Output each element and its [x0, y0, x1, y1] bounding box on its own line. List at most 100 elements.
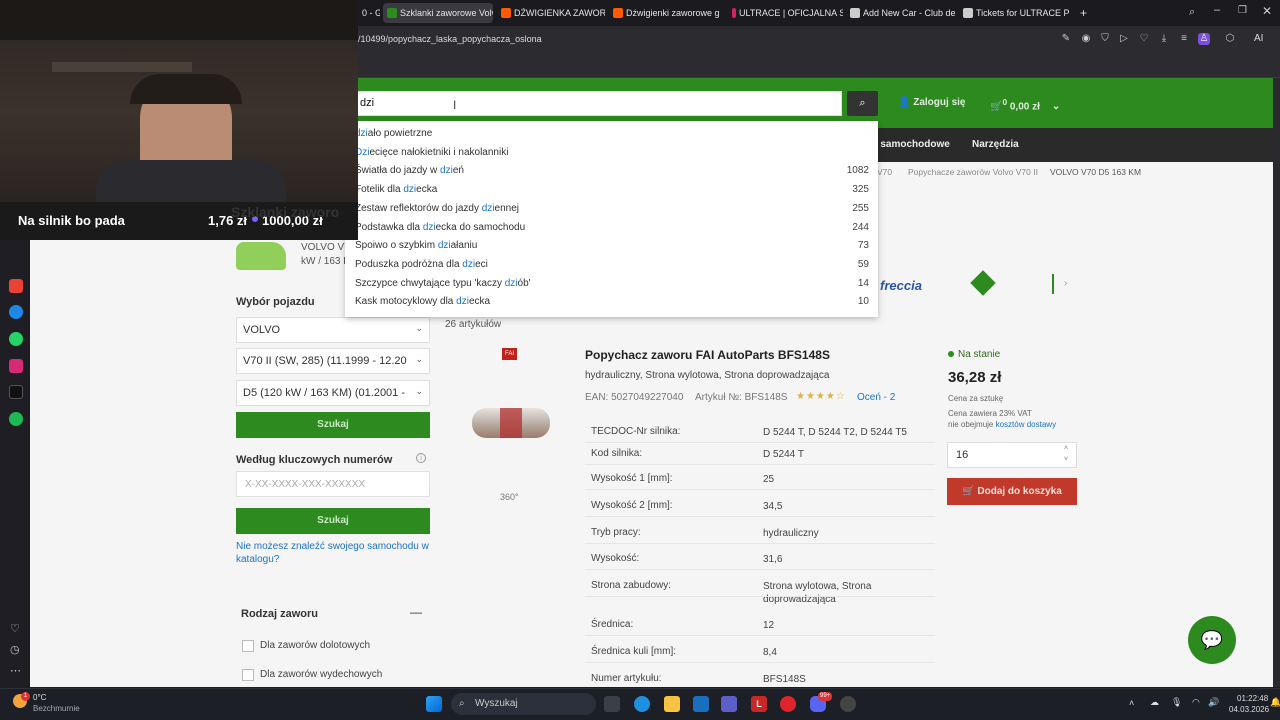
url-field[interactable]: /10499/popychacz_laska_popychacza_oslona [358, 34, 542, 44]
breadcrumb-item[interactable]: V70 [877, 167, 892, 177]
new-tab-button[interactable]: + [1076, 3, 1092, 23]
screenshot-icon[interactable]: ◉ [1080, 33, 1092, 45]
cart-count: 0 [1002, 97, 1008, 107]
suggestion-item[interactable]: Światła do jazdy w dzień 1082 [355, 162, 869, 180]
keywords-input[interactable]: X-XX-XXXX-XXX-XXXXXX [236, 471, 430, 497]
maximize-icon[interactable]: ❐ [1238, 5, 1247, 16]
tab-label: Dźwigienki zaworowe gło [626, 8, 719, 18]
edge-icon[interactable] [634, 696, 650, 712]
model-select[interactable]: V70 II (SW, 285) (11.1999 - 12.20 ⌄ [236, 348, 430, 374]
suggestion-item[interactable]: Szczypce chwytające typu 'kaczy dziób' 14 [355, 275, 869, 293]
network-cloud-icon[interactable]: ☁ [1150, 697, 1159, 708]
app-icon[interactable] [840, 696, 856, 712]
suggestion-item[interactable]: Dziecięce nałokietniki i nakolanniki [355, 144, 869, 162]
collapse-icon[interactable]: — [410, 605, 422, 619]
clock-time[interactable]: 01:22:48 [1237, 694, 1268, 703]
task-view-icon[interactable] [604, 696, 620, 712]
heart-icon[interactable]: ♡ [10, 622, 20, 635]
browser-tab[interactable]: DŹWIGIENKA ZAWORU P [497, 3, 605, 23]
page-scrollbar[interactable] [1273, 78, 1280, 687]
close-window-icon[interactable]: ✕ [1262, 4, 1272, 18]
brand-logo-diamond[interactable] [970, 270, 996, 296]
add-to-cart-button[interactable]: 🛒 Dodaj do koszyka [947, 478, 1077, 505]
not-found-link[interactable]: Nie możesz znaleźć swojego samochodu w k… [236, 540, 436, 566]
product-title[interactable]: Popychacz zaworu FAI AutoParts BFS148S [585, 348, 830, 362]
search-input[interactable] [340, 91, 842, 116]
chat-bubble-icon[interactable]: 💬 [1188, 616, 1236, 664]
nav-item-car-parts[interactable]: a samochodowe [872, 139, 950, 150]
suggestion-item[interactable]: działo powietrzne [355, 125, 869, 143]
search-tabs-icon[interactable]: ⌕ [1189, 6, 1195, 19]
profile-icon[interactable]: ♙ [1198, 33, 1210, 45]
keywords-search-button[interactable]: Szukaj [236, 508, 430, 534]
instagram-icon[interactable] [9, 359, 23, 373]
teams-icon[interactable] [721, 696, 737, 712]
browser-tab[interactable]: Add New Car - Club de UI [846, 3, 956, 23]
shield-icon[interactable]: ⛉ [1099, 33, 1111, 45]
taskbar-search[interactable]: ⌕ Wyszukaj [451, 693, 596, 715]
ai-button[interactable]: AI [1254, 33, 1263, 44]
microphone-icon[interactable]: 🎙 [1171, 697, 1182, 708]
browser-tab[interactable]: ULTRACE | OFICJALNA STI [728, 3, 843, 23]
shipping-cost-link[interactable]: kosztów dostawy [996, 420, 1056, 429]
search-suggestions: działo powietrzne Dziecięce nałokietniki … [345, 121, 878, 317]
history-icon[interactable]: ◷ [10, 643, 20, 656]
rating-link[interactable]: Oceń - 2 [857, 392, 895, 403]
product-ean: EAN: 5027049227040 [585, 392, 684, 403]
cube-icon[interactable]: ⬡ [1224, 33, 1236, 45]
info-icon[interactable]: i [416, 453, 426, 463]
play-icon[interactable]: ▷ [1118, 33, 1130, 45]
notification-bell-icon[interactable]: 🔔 [1270, 697, 1280, 708]
suggestion-item[interactable]: Spoiwo o szybkim działaniu 73 [355, 237, 869, 255]
browser-tab[interactable]: 0 - G [358, 3, 380, 23]
tiktok-icon[interactable] [9, 385, 23, 399]
suggestion-item[interactable]: Fotelik dla dziecka 325 [355, 181, 869, 199]
search-button[interactable]: ⌕ [847, 91, 878, 116]
valve-type-heading: Rodzaj zaworu [241, 608, 319, 620]
suggestion-item[interactable]: Poduszka podróżna dla dzieci 59 [355, 256, 869, 274]
browser-tab[interactable]: Dźwigienki zaworowe gło [609, 3, 719, 23]
suggestion-item[interactable]: Podstawka dla dziecka do samochodu 244 [355, 219, 869, 237]
browser-tab-active[interactable]: Szklanki zaworowe Volvo [383, 3, 493, 23]
clock-date[interactable]: 04.03.2026 [1229, 705, 1269, 714]
brand-logo[interactable]: freccia [880, 278, 922, 293]
brand-logo-bar[interactable] [1052, 274, 1054, 294]
chevron-right-icon[interactable]: › [1064, 278, 1067, 289]
download-icon[interactable]: ⤓ [1158, 33, 1170, 45]
nav-item-tools[interactable]: Narzędzia [972, 139, 1019, 150]
suggestion-count: 59 [857, 258, 869, 270]
suggestion-item[interactable]: Kask motocyklowy dla dziecka 10 [355, 293, 869, 311]
suggestion-text: Kask motocyklowy dla [355, 296, 457, 308]
chevron-up-icon[interactable]: ˄ [1129, 698, 1134, 708]
engine-select[interactable]: D5 (120 kW / 163 KM) (01.2001 - ⌄ [236, 380, 430, 406]
opera-icon[interactable] [780, 696, 796, 712]
quantity-stepper-icon[interactable]: ˄ ˅ [1064, 443, 1068, 465]
lightroom-icon[interactable]: L [751, 696, 767, 712]
minimize-icon[interactable]: – [1214, 4, 1220, 16]
login-link[interactable]: 👤 Zaloguj się [898, 97, 965, 108]
store-icon[interactable] [693, 696, 709, 712]
checkbox[interactable] [242, 640, 254, 652]
suggestion-item[interactable]: Zestaw reflektorów do jazdy dziennej 255 [355, 200, 869, 218]
menu-icon[interactable]: ≡ [1178, 33, 1190, 45]
view-360-icon[interactable]: 360° [500, 492, 519, 502]
checkbox[interactable] [242, 669, 254, 681]
cart-button[interactable]: 🛒0 0,00 zł ⌄ [990, 97, 1060, 112]
windows-start-icon[interactable] [426, 696, 442, 712]
heart-icon[interactable]: ♡ [1138, 33, 1150, 45]
wifi-icon[interactable]: ◠ [1192, 697, 1200, 708]
vehicle-search-button[interactable]: Szukaj [236, 412, 430, 438]
make-select[interactable]: VOLVO ⌄ [236, 317, 430, 343]
spotify-icon[interactable] [9, 412, 23, 426]
browser-tab[interactable]: Tickets for ULTRACE POLA [959, 3, 1069, 23]
breadcrumb-item[interactable]: Popychacze zaworów Volvo V70 II [908, 167, 1038, 177]
edit-icon[interactable]: ✎ [1060, 33, 1072, 45]
file-explorer-icon[interactable] [664, 696, 680, 712]
spec-divider [585, 442, 935, 443]
gmail-icon[interactable] [9, 279, 23, 293]
whatsapp-icon[interactable] [9, 332, 23, 346]
volume-icon[interactable]: 🔊 [1208, 697, 1219, 708]
more-icon[interactable]: ⋯ [10, 664, 21, 677]
messenger-icon[interactable] [9, 305, 23, 319]
suggestion-text: ób' [517, 277, 531, 289]
